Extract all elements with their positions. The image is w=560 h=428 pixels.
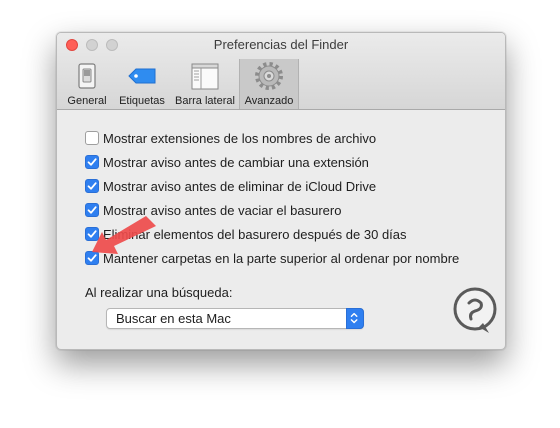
window-toolbar: Preferencias del Finder General Etiqueta… (57, 33, 505, 110)
option-show-extensions[interactable]: Mostrar extensiones de los nombres de ar… (85, 129, 376, 147)
popup-arrows-icon[interactable] (346, 308, 364, 329)
checkbox-checked[interactable] (85, 155, 99, 169)
tag-icon (125, 61, 159, 91)
search-scope-popup[interactable]: Buscar en esta Mac (106, 308, 364, 329)
tab-label: Barra lateral (175, 95, 235, 107)
checkmark-icon (87, 182, 97, 190)
tab-label: Etiquetas (119, 95, 165, 107)
finder-preferences-window: Preferencias del Finder General Etiqueta… (56, 32, 506, 350)
option-label: Mostrar aviso antes de eliminar de iClou… (103, 178, 377, 194)
tab-label: General (67, 95, 107, 107)
checkbox-unchecked[interactable] (85, 131, 99, 145)
option-warn-delete-icloud[interactable]: Mostrar aviso antes de eliminar de iClou… (85, 177, 376, 195)
search-scope-value: Buscar en esta Mac (116, 311, 231, 326)
tab-general[interactable]: General (61, 59, 113, 109)
gear-icon (252, 61, 286, 91)
annotation-arrow-icon (92, 216, 156, 254)
tab-etiquetas[interactable]: Etiquetas (113, 59, 171, 109)
general-switch-icon (70, 61, 104, 91)
option-label: Mostrar aviso antes de cambiar una exten… (103, 154, 369, 170)
option-label: Mostrar extensiones de los nombres de ar… (103, 130, 377, 146)
sidebar-icon (188, 61, 222, 91)
option-warn-change-extension[interactable]: Mostrar aviso antes de cambiar una exten… (85, 153, 369, 171)
search-scope-label: Al realizar una búsqueda: (85, 285, 233, 300)
checkbox-checked[interactable] (85, 179, 99, 193)
solvetic-logo (445, 287, 505, 351)
tab-label: Avanzado (244, 95, 294, 107)
tab-barra-lateral[interactable]: Barra lateral (171, 59, 239, 109)
window-title: Preferencias del Finder (213, 37, 349, 52)
checkmark-icon (87, 158, 97, 166)
tab-avanzado[interactable]: Avanzado (239, 59, 299, 109)
